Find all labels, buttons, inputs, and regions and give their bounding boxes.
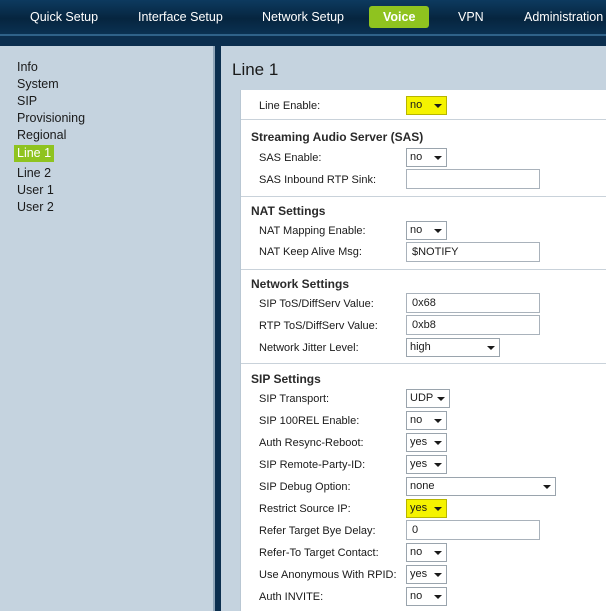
chevron-down-icon bbox=[434, 507, 442, 511]
rtp-tos-label: RTP ToS/DiffServ Value: bbox=[259, 320, 378, 332]
section-divider bbox=[241, 119, 606, 120]
refer-to-contact-value: no bbox=[410, 546, 423, 558]
section-title-sip: SIP Settings bbox=[251, 372, 321, 386]
section-title-nat: NAT Settings bbox=[251, 204, 326, 218]
remote-party-id-value: yes bbox=[410, 458, 428, 470]
sip-transport-value: UDP bbox=[410, 392, 434, 404]
jitter-level-value: high bbox=[410, 341, 431, 353]
auth-invite-select[interactable]: no bbox=[406, 587, 447, 606]
chevron-down-icon bbox=[487, 346, 495, 350]
tab-voice[interactable]: Voice bbox=[369, 6, 430, 28]
jitter-level-label: Network Jitter Level: bbox=[259, 342, 359, 354]
tab-quick-setup[interactable]: Quick Setup bbox=[30, 6, 98, 28]
sip-100rel-select[interactable]: no bbox=[406, 411, 447, 430]
tab-interface-setup[interactable]: Interface Setup bbox=[138, 6, 223, 28]
section-title-sas: Streaming Audio Server (SAS) bbox=[251, 130, 424, 144]
nat-mapping-value: no bbox=[410, 224, 423, 236]
remote-party-id-label: SIP Remote-Party-ID: bbox=[259, 459, 366, 471]
sas-rtp-sink-label: SAS Inbound RTP Sink: bbox=[259, 174, 376, 186]
restrict-source-ip-label: Restrict Source IP: bbox=[259, 503, 351, 515]
section-divider bbox=[241, 269, 606, 270]
auth-resync-select[interactable]: yes bbox=[406, 433, 447, 452]
nat-mapping-select[interactable]: no bbox=[406, 221, 447, 240]
chevron-down-icon bbox=[434, 104, 442, 108]
sidebar: Info System SIP Provisioning Regional Li… bbox=[0, 46, 215, 611]
section-divider bbox=[241, 196, 606, 197]
chevron-down-icon bbox=[434, 595, 442, 599]
sidebar-item-user-2[interactable]: User 2 bbox=[14, 199, 57, 216]
line-enable-value: no bbox=[410, 99, 423, 111]
sip-debug-label: SIP Debug Option: bbox=[259, 481, 351, 493]
chevron-down-icon bbox=[437, 397, 445, 401]
sidebar-item-info[interactable]: Info bbox=[14, 59, 41, 76]
sidebar-item-provisioning[interactable]: Provisioning bbox=[14, 110, 88, 127]
chevron-down-icon bbox=[434, 419, 442, 423]
sidebar-item-system[interactable]: System bbox=[14, 76, 62, 93]
nat-keep-alive-label: NAT Keep Alive Msg: bbox=[259, 246, 362, 258]
sas-rtp-sink-input[interactable] bbox=[406, 169, 540, 189]
chevron-down-icon bbox=[543, 485, 551, 489]
sip-debug-select[interactable]: none bbox=[406, 477, 556, 496]
auth-resync-value: yes bbox=[410, 436, 428, 448]
sip-100rel-value: no bbox=[410, 414, 423, 426]
rtp-tos-input[interactable]: 0xb8 bbox=[406, 315, 540, 335]
sip-tos-input[interactable]: 0x68 bbox=[406, 293, 540, 313]
sas-enable-label: SAS Enable: bbox=[259, 152, 322, 164]
nat-keep-alive-input[interactable]: $NOTIFY bbox=[406, 242, 540, 262]
tab-network-setup[interactable]: Network Setup bbox=[262, 6, 344, 28]
sidebar-item-regional[interactable]: Regional bbox=[14, 127, 69, 144]
remote-party-id-select[interactable]: yes bbox=[406, 455, 447, 474]
line-enable-label: Line Enable: bbox=[259, 100, 321, 112]
sas-enable-select[interactable]: no bbox=[406, 148, 447, 167]
jitter-level-select[interactable]: high bbox=[406, 338, 500, 357]
chevron-down-icon bbox=[434, 551, 442, 555]
anonymous-rpid-label: Use Anonymous With RPID: bbox=[259, 569, 397, 581]
sidebar-item-line-1[interactable]: Line 1 bbox=[14, 145, 55, 162]
anonymous-rpid-select[interactable]: yes bbox=[406, 565, 447, 584]
refer-to-contact-select[interactable]: no bbox=[406, 543, 447, 562]
page-title: Line 1 bbox=[232, 60, 279, 79]
sas-enable-value: no bbox=[410, 151, 423, 163]
sip-tos-label: SIP ToS/DiffServ Value: bbox=[259, 298, 374, 310]
settings-panel: Line Enable: no Streaming Audio Server (… bbox=[240, 90, 606, 611]
sidebar-item-user-1[interactable]: User 1 bbox=[14, 182, 57, 199]
refer-bye-delay-input[interactable]: 0 bbox=[406, 520, 540, 540]
anonymous-rpid-value: yes bbox=[410, 568, 428, 580]
auth-resync-label: Auth Resync-Reboot: bbox=[259, 437, 364, 449]
sip-transport-label: SIP Transport: bbox=[259, 393, 330, 405]
auth-invite-value: no bbox=[410, 590, 423, 602]
sidebar-item-line-2[interactable]: Line 2 bbox=[14, 165, 54, 182]
tab-administration[interactable]: Administration bbox=[524, 6, 603, 28]
tab-vpn[interactable]: VPN bbox=[458, 6, 484, 28]
chevron-down-icon bbox=[434, 156, 442, 160]
section-divider bbox=[241, 363, 606, 364]
sip-debug-value: none bbox=[410, 480, 435, 492]
sidebar-item-sip[interactable]: SIP bbox=[14, 93, 40, 110]
refer-to-contact-label: Refer-To Target Contact: bbox=[259, 547, 379, 559]
main-content: Line 1 Line Enable: no Streaming Audio S… bbox=[221, 46, 606, 611]
top-navigation: Quick Setup Interface Setup Network Setu… bbox=[0, 0, 606, 36]
section-title-network: Network Settings bbox=[251, 277, 350, 291]
restrict-source-ip-select[interactable]: yes bbox=[406, 499, 447, 518]
restrict-source-ip-value: yes bbox=[410, 502, 428, 514]
sip-transport-select[interactable]: UDP bbox=[406, 389, 450, 408]
chevron-down-icon bbox=[434, 441, 442, 445]
sip-100rel-label: SIP 100REL Enable: bbox=[259, 415, 360, 427]
chevron-down-icon bbox=[434, 229, 442, 233]
line-enable-select[interactable]: no bbox=[406, 96, 447, 115]
nav-spacer bbox=[0, 36, 606, 46]
auth-invite-label: Auth INVITE: bbox=[259, 591, 324, 603]
chevron-down-icon bbox=[434, 573, 442, 577]
nat-mapping-label: NAT Mapping Enable: bbox=[259, 225, 366, 237]
chevron-down-icon bbox=[434, 463, 442, 467]
refer-bye-delay-label: Refer Target Bye Delay: bbox=[259, 525, 376, 537]
